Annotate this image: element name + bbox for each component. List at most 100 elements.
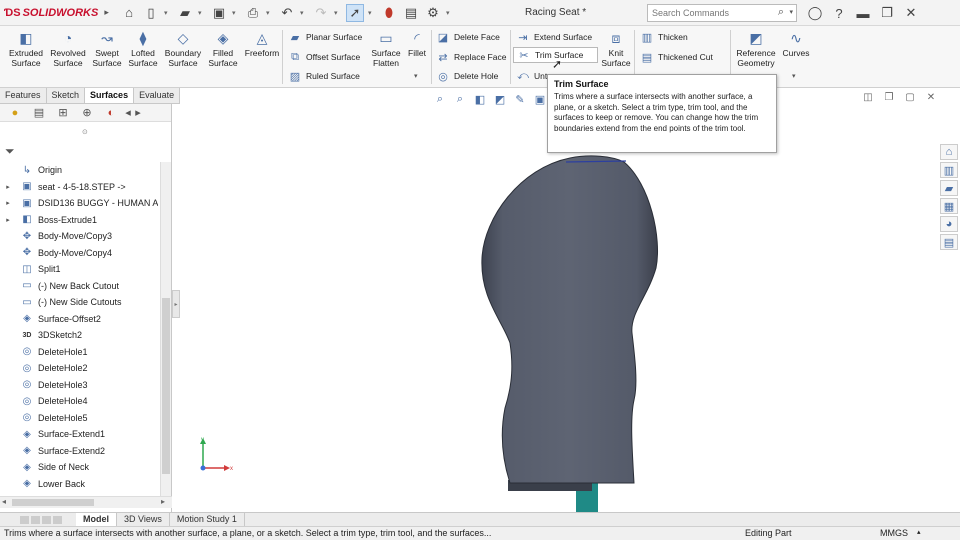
tree-item[interactable]: ◎ DeleteHole3 (0, 377, 160, 394)
freeform-button[interactable]: ◬ Freeform (242, 29, 282, 58)
tab-navigation[interactable] (0, 515, 76, 524)
planar-surface-button[interactable]: ▰ Planar Surface (288, 29, 362, 45)
select-arrow-icon[interactable]: ➚ (346, 3, 364, 22)
expand-arrow-icon[interactable]: ▸ (0, 216, 12, 224)
save-dropdown-icon[interactable]: ▾ (232, 9, 240, 17)
display-manager-icon[interactable]: ◐ (100, 105, 122, 121)
tree-item[interactable]: ↳ Origin (0, 162, 160, 179)
design-library-icon[interactable]: ▥ (940, 162, 958, 178)
open-dropdown-icon[interactable]: ▾ (198, 9, 206, 17)
panel-collapse-handle[interactable]: ▸ (172, 290, 180, 318)
tree-item[interactable]: ▭ (-) New Back Cutout (0, 278, 160, 295)
help-icon[interactable]: ? (830, 4, 848, 22)
file-properties-icon[interactable]: ▤ (402, 4, 420, 22)
print-dropdown-icon[interactable]: ▾ (266, 9, 274, 17)
tab-features[interactable]: Features (0, 88, 47, 103)
search-dropdown-icon[interactable]: ▾ (789, 8, 793, 16)
tree-item[interactable]: ▭ (-) New Side Cutouts (0, 294, 160, 311)
curves-dropdown-icon[interactable]: ▾ (792, 72, 796, 80)
new-document-icon[interactable]: ▯ (142, 4, 160, 22)
file-explorer-icon[interactable]: ▰ (940, 180, 958, 196)
panel-scroll-right-icon[interactable]: ▸ (134, 105, 142, 121)
close-icon[interactable]: ✕ (902, 4, 920, 22)
surface-flatten-button[interactable]: ▭ Surface Flatten (367, 29, 405, 68)
tree-item[interactable]: ✥ Body-Move/Copy3 (0, 228, 160, 245)
boundary-surface-button[interactable]: ◇ Boundary Surface (162, 29, 204, 68)
delete-hole-button[interactable]: ◎ Delete Hole (436, 68, 498, 84)
redo-dropdown-icon[interactable]: ▾ (334, 9, 342, 17)
rebuild-icon[interactable]: ⬮ (380, 4, 398, 22)
zoom-to-fit-icon[interactable]: ⌕ (432, 91, 448, 107)
tree-item[interactable]: ◎ DeleteHole4 (0, 393, 160, 410)
new-dropdown-icon[interactable]: ▾ (164, 9, 172, 17)
tab-model[interactable]: Model (76, 513, 117, 526)
view-palette-icon[interactable]: ▦ (940, 198, 958, 214)
offset-surface-button[interactable]: ⧉ Offset Surface (288, 49, 360, 65)
units-dropdown-icon[interactable]: ▴ (917, 528, 921, 536)
panel-splitter-icon[interactable]: ⊙ (82, 128, 88, 136)
filled-surface-button[interactable]: ◈ Filled Surface (204, 29, 242, 68)
thicken-button[interactable]: ▥ Thicken (640, 29, 688, 45)
viewport-maximize-icon[interactable]: ▢ (904, 92, 916, 103)
select-dropdown-icon[interactable]: ▾ (368, 9, 376, 17)
undo-dropdown-icon[interactable]: ▾ (300, 9, 308, 17)
expand-arrow-icon[interactable]: ▸ (0, 183, 12, 191)
tab-sketch[interactable]: Sketch (47, 88, 86, 103)
untrim-surface-button[interactable]: ⤺ Unt (516, 68, 547, 84)
fillet-dropdown-icon[interactable]: ▾ (414, 72, 418, 80)
delete-face-button[interactable]: ◪ Delete Face (436, 29, 500, 45)
configuration-manager-icon[interactable]: ⊞ (52, 105, 74, 121)
view-orientation-icon[interactable]: ▣ (532, 91, 548, 107)
tree-vertical-scrollbar[interactable] (160, 162, 171, 496)
ruled-surface-button[interactable]: ▨ Ruled Surface (288, 68, 360, 84)
scroll-left-icon[interactable]: ◂ (2, 497, 6, 506)
extend-surface-button[interactable]: ⇥ Extend Surface (516, 29, 592, 45)
tree-item[interactable]: ▸ ◧ Boss-Extrude1 (0, 212, 160, 229)
extruded-surface-button[interactable]: ◧ Extruded Surface (4, 29, 48, 68)
tree-item[interactable]: ◈ Surface-Offset2 (0, 311, 160, 328)
zoom-area-icon[interactable]: ⌕ (452, 91, 468, 107)
tab-evaluate[interactable]: Evaluate (134, 88, 181, 103)
tree-item[interactable]: ◎ DeleteHole1 (0, 344, 160, 361)
tree-item[interactable]: ▸ ▣ seat - 4-5-18.STEP -> (0, 179, 160, 196)
fillet-button[interactable]: ◜ Fillet (405, 29, 429, 58)
property-manager-icon[interactable]: ▤ (28, 105, 50, 121)
viewport-close-icon[interactable]: ✕ (925, 92, 937, 103)
unit-system[interactable]: MMGS (880, 528, 908, 538)
tree-item[interactable]: ◈ Surface-Extend1 (0, 426, 160, 443)
knit-surface-button[interactable]: ⧈ Knit Surface (600, 29, 632, 68)
viewport-tile-icon[interactable]: ◫ (862, 92, 874, 103)
dimxpert-manager-icon[interactable]: ⊕ (76, 105, 98, 121)
tab-3d-views[interactable]: 3D Views (117, 513, 170, 526)
print-icon[interactable]: ⎙ (244, 4, 262, 22)
scroll-right-icon[interactable]: ▸ (161, 497, 165, 506)
tree-item[interactable]: ◎ DeleteHole5 (0, 410, 160, 427)
search-commands-input[interactable]: Search Commands ⌕ ▾ (647, 4, 797, 22)
tree-item[interactable]: ◈ Lower Back (0, 476, 160, 493)
tree-item[interactable]: ▸ ▣ DSID136 BUGGY - HUMAN AN... (0, 195, 160, 212)
curves-button[interactable]: ∿ Curves (780, 29, 812, 58)
custom-properties-icon[interactable]: ▤ (940, 234, 958, 250)
solidworks-resources-icon[interactable]: ⌂ (940, 144, 958, 160)
options-dropdown-icon[interactable]: ▾ (446, 9, 454, 17)
thickened-cut-button[interactable]: ▤ Thickened Cut (640, 49, 713, 65)
minimize-icon[interactable]: ▬ (854, 4, 872, 22)
tree-item[interactable]: ◎ DeleteHole2 (0, 360, 160, 377)
tab-motion-study[interactable]: Motion Study 1 (170, 513, 245, 526)
tree-item[interactable]: 3D 3DSketch2 (0, 327, 160, 344)
tab-surfaces[interactable]: Surfaces (85, 88, 135, 103)
search-icon[interactable]: ⌕ (778, 6, 784, 19)
lofted-surface-button[interactable]: ⧫ Lofted Surface (124, 29, 162, 68)
reference-geometry-button[interactable]: ◩ Reference Geometry (734, 29, 778, 68)
menu-arrow-icon[interactable]: ▸ (104, 7, 109, 18)
tree-item[interactable]: ◫ Split1 (0, 261, 160, 278)
section-view-icon[interactable]: ◩ (492, 91, 508, 107)
tree-item[interactable]: ◈ Side of Neck (0, 459, 160, 476)
racing-seat-model[interactable] (481, 155, 659, 484)
scroll-thumb[interactable] (162, 298, 170, 474)
tree-item[interactable]: ◈ Surface-Extend2 (0, 443, 160, 460)
tree-item[interactable]: ✥ Body-Move/Copy4 (0, 245, 160, 262)
undo-icon[interactable]: ↶ (278, 4, 296, 22)
scroll-thumb[interactable] (12, 499, 94, 506)
open-folder-icon[interactable]: ▰ (176, 4, 194, 22)
